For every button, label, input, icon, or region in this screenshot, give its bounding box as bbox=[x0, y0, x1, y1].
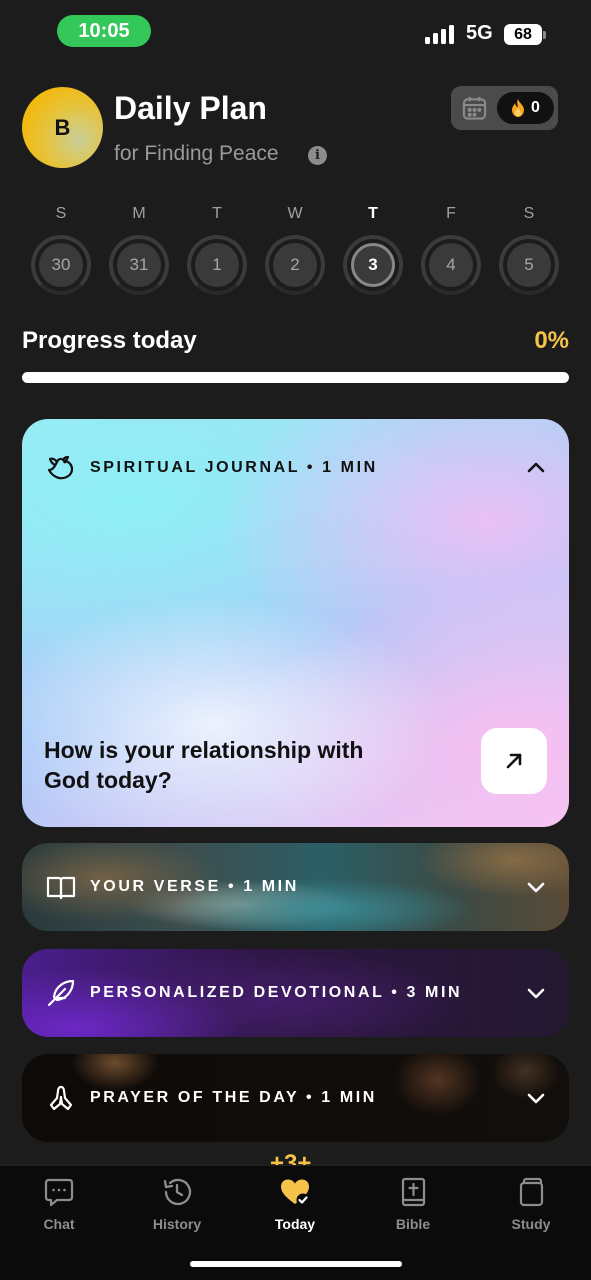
status-bar: 10:05 5G 68 bbox=[0, 0, 591, 64]
signal-icon bbox=[425, 24, 454, 44]
more-items-indicator: +3+ bbox=[270, 1150, 312, 1166]
spiritual-journal-card[interactable]: SPIRITUAL JOURNAL • 1 MIN How is your re… bbox=[22, 419, 569, 827]
tab-label: Chat bbox=[43, 1216, 75, 1232]
day-progress-ring[interactable]: 31 bbox=[109, 235, 169, 295]
tab-label: History bbox=[152, 1216, 202, 1232]
network-type: 5G bbox=[466, 22, 493, 44]
day-date: 5 bbox=[507, 243, 551, 287]
day-progress-ring[interactable]: 3 bbox=[343, 235, 403, 295]
tab-study[interactable]: Study bbox=[481, 1176, 581, 1232]
bible-icon bbox=[401, 1177, 426, 1207]
study-icon bbox=[519, 1177, 544, 1207]
streak-count: 0 bbox=[531, 99, 540, 116]
day-date: 30 bbox=[39, 243, 83, 287]
history-icon bbox=[163, 1178, 192, 1206]
day-progress-ring[interactable]: 4 bbox=[421, 235, 481, 295]
day-item[interactable]: T3 bbox=[342, 205, 404, 295]
day-letter: M bbox=[132, 205, 146, 222]
page-title: Daily Plan bbox=[114, 90, 267, 126]
avatar[interactable]: B bbox=[22, 87, 103, 168]
tab-bible[interactable]: Bible bbox=[363, 1176, 463, 1232]
dove-icon bbox=[47, 455, 74, 480]
tab-label: Bible bbox=[395, 1216, 431, 1232]
card-header: SPIRITUAL JOURNAL • 1 MIN bbox=[46, 451, 378, 485]
tab-today[interactable]: Today bbox=[245, 1176, 345, 1232]
tab-history[interactable]: History bbox=[127, 1176, 227, 1232]
chevron-down-icon[interactable] bbox=[525, 982, 547, 1004]
heart-check-icon bbox=[281, 1179, 310, 1207]
day-item[interactable]: T1 bbox=[186, 205, 248, 295]
page-subtitle: for Finding Peace bbox=[114, 142, 279, 165]
day-date: 31 bbox=[117, 243, 161, 287]
tab-label: Today bbox=[274, 1216, 316, 1232]
tab-chat[interactable]: Chat bbox=[9, 1176, 109, 1232]
devotional-card-label: PERSONALIZED DEVOTIONAL • 3 MIN bbox=[90, 984, 463, 1001]
home-indicator[interactable] bbox=[190, 1261, 402, 1267]
day-progress-ring[interactable]: 2 bbox=[265, 235, 325, 295]
your-verse-card[interactable]: YOUR VERSE • 1 MIN bbox=[22, 843, 569, 931]
card-header: PERSONALIZED DEVOTIONAL • 3 MIN bbox=[46, 976, 462, 1010]
battery-tip bbox=[543, 31, 546, 39]
flame-icon bbox=[512, 99, 525, 117]
info-icon[interactable]: i bbox=[308, 146, 327, 165]
day-item[interactable]: M 31 bbox=[108, 205, 170, 295]
card-header: PRAYER OF THE DAY • 1 MIN bbox=[46, 1081, 377, 1115]
verse-card-label: YOUR VERSE • 1 MIN bbox=[90, 878, 299, 895]
personalized-devotional-card[interactable]: PERSONALIZED DEVOTIONAL • 3 MIN bbox=[22, 949, 569, 1037]
chevron-up-icon[interactable] bbox=[525, 457, 547, 479]
day-letter: T bbox=[212, 205, 222, 222]
praying-hands-icon bbox=[49, 1085, 73, 1111]
day-item[interactable]: S 30 bbox=[30, 205, 92, 295]
day-letter: W bbox=[287, 205, 303, 222]
chevron-down-icon[interactable] bbox=[525, 1087, 547, 1109]
open-book-icon bbox=[46, 876, 76, 900]
progress-label: Progress today bbox=[22, 327, 197, 354]
day-letter: T bbox=[368, 205, 378, 222]
week-selector: S 30 M 31 T 1 W 2 T 3 F 4 S 5 bbox=[0, 205, 591, 295]
day-date: 2 bbox=[273, 243, 317, 287]
open-journal-button[interactable] bbox=[481, 728, 547, 794]
journal-question: How is your relationship with God today? bbox=[44, 737, 364, 793]
feather-icon bbox=[47, 979, 75, 1007]
day-progress-ring[interactable]: 5 bbox=[499, 235, 559, 295]
battery-icon: 68 bbox=[504, 24, 542, 45]
streak-counter: 0 bbox=[497, 92, 554, 124]
day-item[interactable]: W2 bbox=[264, 205, 326, 295]
day-letter: S bbox=[55, 205, 67, 222]
prayer-card-label: PRAYER OF THE DAY • 1 MIN bbox=[90, 1089, 377, 1106]
day-date: 3 bbox=[351, 243, 395, 287]
arrow-up-right-icon bbox=[506, 753, 522, 769]
status-time: 10:05 bbox=[57, 15, 151, 47]
chevron-down-icon[interactable] bbox=[525, 876, 547, 898]
day-letter: F bbox=[446, 205, 456, 222]
card-header: YOUR VERSE • 1 MIN bbox=[46, 870, 299, 904]
day-letter: S bbox=[523, 205, 535, 222]
day-date: 1 bbox=[195, 243, 239, 287]
progress-percent: 0% bbox=[534, 327, 569, 354]
calendar-icon[interactable] bbox=[462, 95, 487, 121]
day-item[interactable]: F4 bbox=[420, 205, 482, 295]
progress-bar bbox=[22, 372, 569, 383]
day-progress-ring[interactable]: 30 bbox=[31, 235, 91, 295]
chat-bubble-icon bbox=[44, 1178, 74, 1207]
day-date: 4 bbox=[429, 243, 473, 287]
journal-card-label: SPIRITUAL JOURNAL • 1 MIN bbox=[90, 459, 378, 476]
streak-widget[interactable]: 0 bbox=[451, 86, 558, 130]
day-progress-ring[interactable]: 1 bbox=[187, 235, 247, 295]
tab-label: Study bbox=[511, 1216, 551, 1232]
day-item[interactable]: S5 bbox=[498, 205, 560, 295]
prayer-of-the-day-card[interactable]: PRAYER OF THE DAY • 1 MIN bbox=[22, 1054, 569, 1142]
